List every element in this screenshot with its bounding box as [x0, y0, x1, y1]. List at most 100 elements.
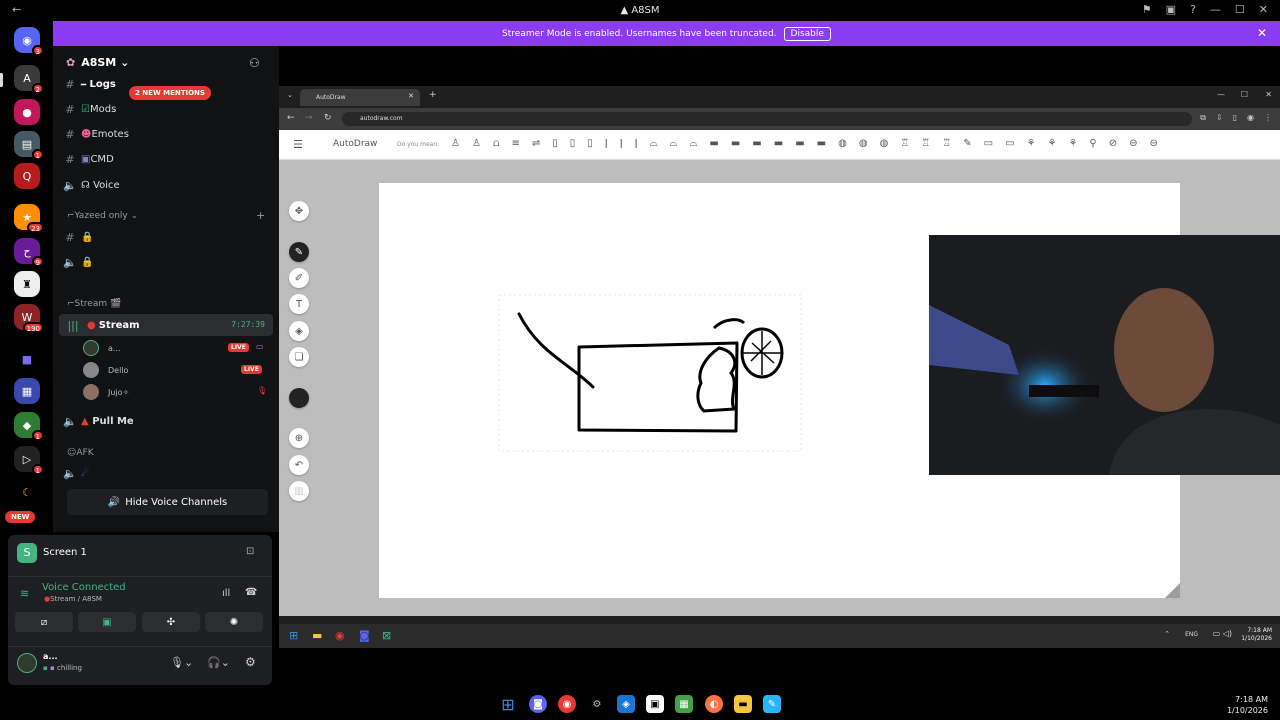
suggestion-icon[interactable]: ǀ — [635, 138, 638, 149]
server-icon[interactable]: Q — [14, 163, 40, 189]
discord-icon[interactable]: ◙ — [359, 629, 370, 642]
move-tool-icon[interactable]: ✥ — [289, 201, 309, 221]
sidebar-icon[interactable]: ▯ — [1233, 113, 1237, 123]
autodraw-tool-icon[interactable]: ✎ — [289, 242, 309, 262]
suggestion-icon[interactable]: ▯ — [552, 138, 558, 149]
suggestion-icon[interactable]: ♖ — [942, 138, 951, 149]
suggestion-icon[interactable]: ♙ — [451, 138, 460, 149]
suggestion-icon[interactable]: ▬ — [752, 138, 761, 149]
server-icon[interactable]: ▷ 1 — [14, 446, 44, 475]
settings-gear-icon[interactable]: ⚙ — [245, 655, 256, 669]
profile-icon[interactable]: ◉ — [1247, 113, 1254, 123]
category-stream[interactable]: ⌐Stream 🎬 — [67, 299, 121, 309]
hide-voice-channels-button[interactable]: 🔊 Hide Voice Channels — [67, 489, 268, 515]
popout-icon[interactable]: ⊡ — [246, 546, 254, 557]
minimize-button[interactable]: — — [1217, 90, 1225, 99]
server-icon[interactable]: ▤ 1 — [14, 131, 44, 160]
channel-mods[interactable]: # ☑Mods — [53, 98, 279, 120]
close-button[interactable]: ✕ — [1259, 3, 1268, 16]
activities-button[interactable]: ✣ — [142, 612, 200, 632]
url-bar[interactable]: autodraw.com — [342, 112, 1192, 126]
taskbar-clock[interactable]: 7:18 AM 1/10/2026 — [1227, 694, 1268, 716]
suggestion-icon[interactable]: ≡ — [511, 138, 519, 149]
close-tab-icon[interactable]: ✕ — [408, 92, 414, 100]
shape-tool-icon[interactable]: ❏ — [289, 347, 309, 367]
suggestion-icon[interactable]: ▭ — [1005, 138, 1014, 149]
app-icon[interactable]: ⚙ — [588, 695, 606, 713]
disconnect-icon[interactable]: ☎ — [245, 587, 257, 598]
category-afk[interactable]: ☺AFK — [67, 448, 94, 458]
new-tab-icon[interactable]: + — [429, 90, 437, 100]
extensions-icon[interactable]: ⧉ — [1200, 113, 1206, 123]
downloads-icon[interactable]: ⇩ — [1216, 113, 1223, 123]
server-icon[interactable]: ح9 — [14, 238, 44, 267]
chrome-icon[interactable]: ◉ — [335, 629, 345, 642]
suggestion-icon[interactable]: ▬ — [817, 138, 826, 149]
menu-icon[interactable]: ⋮ — [1264, 113, 1272, 123]
suggestion-icon[interactable]: ◍ — [859, 138, 868, 149]
server-icon[interactable]: ◆ 1 — [14, 412, 44, 441]
suggestion-icon[interactable]: ⚘ — [1027, 138, 1036, 149]
tab-search-icon[interactable]: ⌄ — [287, 91, 293, 99]
suggestion-icon[interactable]: ◍ — [880, 138, 889, 149]
suggestion-icon[interactable]: ▭ — [984, 138, 993, 149]
suggestion-icon[interactable]: ⚘ — [1068, 138, 1077, 149]
soundboard-icon[interactable]: ıll — [222, 588, 230, 599]
add-channel-icon[interactable]: + — [256, 209, 265, 222]
language-indicator[interactable]: ENG — [1185, 631, 1198, 638]
inner-clock[interactable]: 7:18 AM 1/10/2026 — [1241, 627, 1272, 643]
suggestion-icon[interactable]: ⚲ — [1089, 138, 1096, 149]
draw-tool-icon[interactable]: ✐ — [289, 268, 309, 288]
suggestion-icon[interactable]: ♖ — [900, 138, 909, 149]
minecraft-icon[interactable]: ▦ — [675, 695, 693, 713]
channel-cmd[interactable]: # ▣CMD — [53, 148, 279, 170]
server-icon[interactable]: ♜ — [14, 271, 40, 297]
tray-chevron-icon[interactable]: ⌃ — [1164, 630, 1170, 638]
inbox-icon[interactable]: ⚑ — [1142, 3, 1152, 16]
windows-start-icon[interactable]: ⊞ — [289, 629, 298, 642]
fill-tool-icon[interactable]: ◈ — [289, 321, 309, 341]
suggestion-icon[interactable]: ⊘ — [1109, 138, 1117, 149]
server-name[interactable]: ✿ A8SM ⌄ — [66, 56, 129, 69]
text-tool-icon[interactable]: T — [289, 294, 309, 314]
voice-connected-label[interactable]: Voice Connected — [42, 582, 126, 593]
avatar[interactable] — [17, 653, 37, 673]
suggestion-icon[interactable]: ⌓ — [670, 138, 678, 149]
suggestion-icon[interactable]: ♙ — [472, 138, 481, 149]
voice-user[interactable]: Jujo ✧ — [83, 382, 129, 402]
suggestion-icon[interactable]: ◍ — [838, 138, 847, 149]
headphones-icon[interactable]: 🎧⌄ — [207, 656, 230, 669]
locked-channel[interactable]: # 🔒 — [53, 226, 279, 248]
tab-autodraw[interactable]: AutoDraw ✕ — [300, 89, 420, 106]
suggestion-icon[interactable]: ⚘ — [1047, 138, 1056, 149]
server-icon[interactable]: ★ 23 — [14, 204, 44, 233]
zoom-icon[interactable]: ⊕ — [289, 428, 309, 448]
server-icon[interactable]: ● — [14, 99, 40, 125]
suggestion-icon[interactable]: ▯ — [587, 138, 593, 149]
close-button[interactable]: ✕ — [1265, 90, 1272, 99]
discord-icon[interactable]: ◙ — [529, 695, 547, 713]
discord-home-icon[interactable]: ◉ 3 — [14, 27, 44, 56]
file-explorer-icon[interactable]: ▬ — [734, 695, 752, 713]
suggestion-icon[interactable]: ▯ — [570, 138, 576, 149]
suggestion-icon[interactable]: ⊖ — [1129, 138, 1137, 149]
app-icon[interactable]: ◈ — [617, 695, 635, 713]
color-picker[interactable] — [289, 388, 309, 408]
folder-icon[interactable]: ■ — [14, 346, 40, 372]
channel-pull-me[interactable]: 🔈 ▲ Pull Me — [53, 410, 279, 432]
windows-start-icon[interactable]: ⊞ — [499, 695, 517, 714]
mic-icon[interactable]: 🎙⌄ — [170, 656, 193, 669]
suggestion-icon[interactable]: ⊖ — [1150, 138, 1158, 149]
suggestion-icon[interactable]: ǀ — [605, 138, 608, 149]
maximize-button[interactable]: ☐ — [1235, 3, 1245, 16]
suggestion-icon[interactable]: ♖ — [921, 138, 930, 149]
voice-user[interactable]: Dello — [83, 360, 128, 380]
suggestion-icon[interactable]: ✎ — [963, 138, 971, 149]
back-icon[interactable]: ← — [287, 113, 295, 123]
channel-emotes[interactable]: # ☻Emotes — [53, 123, 279, 145]
close-icon[interactable]: ✕ — [1257, 26, 1267, 40]
new-mentions-badge[interactable]: 2 NEW MENTIONS — [129, 86, 211, 100]
locked-voice-channel[interactable]: 🔈 🔒 — [53, 251, 279, 273]
suggestion-icon[interactable]: ǀ — [620, 138, 623, 149]
suggestion-icon[interactable]: ▬ — [795, 138, 804, 149]
